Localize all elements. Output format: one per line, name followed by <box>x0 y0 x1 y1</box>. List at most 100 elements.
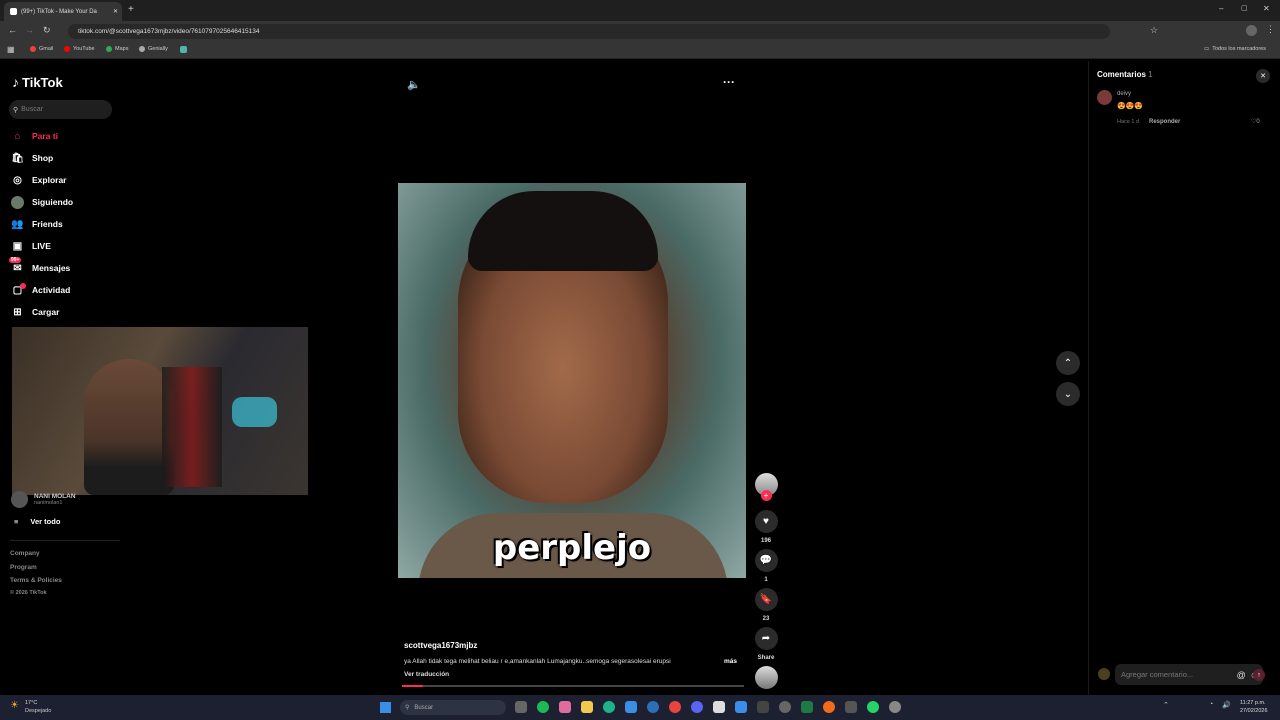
back-icon[interactable]: ← <box>8 25 17 35</box>
clock-time[interactable]: 11:27 p.m. <box>1240 700 1266 706</box>
speaker-icon[interactable]: 🔊 <box>1222 701 1231 709</box>
translate-button[interactable]: Ver traducción <box>404 671 449 678</box>
file-explorer-icon[interactable] <box>581 701 593 713</box>
video-author[interactable]: scottvega1673mjbz <box>404 641 477 650</box>
wifi-icon[interactable]: ◔ <box>1209 701 1213 708</box>
browser-tab[interactable]: (99+) TikTok - Make Your Da ✕ <box>4 2 122 21</box>
comment-like-count: 0 <box>1256 119 1260 125</box>
reply-button[interactable]: Responder <box>1149 119 1180 125</box>
more-button[interactable]: más <box>724 658 737 665</box>
like-action[interactable]: ♥ 196 <box>754 510 778 544</box>
chrome-icon[interactable] <box>669 701 681 713</box>
app-icon[interactable] <box>757 701 769 713</box>
nav-label: Friends <box>32 219 63 229</box>
sidebar-item-explorar[interactable]: ◎ Explorar <box>11 173 66 187</box>
tiktok-note-icon: ♪ <box>12 74 19 90</box>
spotify-icon[interactable] <box>537 701 549 713</box>
clock-date[interactable]: 27/02/2026 <box>1240 708 1268 714</box>
footer-program[interactable]: Program <box>10 564 37 571</box>
footer-copyright: © 2026 TikTok <box>10 590 47 596</box>
music-disc-action[interactable] <box>754 666 778 689</box>
edge-icon[interactable] <box>603 701 615 713</box>
sidebar-item-cargar[interactable]: ⊞ Cargar <box>11 305 59 319</box>
bookmark-extra-icon[interactable] <box>180 46 187 53</box>
sidebar-item-actividad[interactable]: ▢ Actividad <box>11 282 70 297</box>
comment-action[interactable]: 💬 1 <box>754 549 778 583</box>
author-avatar-action[interactable]: + <box>754 473 778 501</box>
sidebar-item-mensajes[interactable]: ✉ 99+ Mensajes <box>9 256 70 275</box>
document-icon[interactable] <box>713 701 725 713</box>
task-view-icon[interactable] <box>515 701 527 713</box>
bookmark-label: Gmail <box>39 46 54 52</box>
followed-account[interactable]: NANI MOLAN nanimolan1 <box>11 491 76 508</box>
shop-bag-icon: 🛍 <box>11 152 24 164</box>
follow-plus-icon[interactable]: + <box>760 490 772 501</box>
commenter-name[interactable]: deivy <box>1117 91 1131 97</box>
comment-input-placeholder: Agregar comentario... <box>1121 670 1194 679</box>
forward-icon[interactable]: → <box>25 25 34 35</box>
whatsapp-icon[interactable] <box>867 701 879 713</box>
share-action[interactable]: ➦ Share <box>754 627 778 661</box>
mention-icon[interactable]: @ <box>1237 670 1246 680</box>
sidebar-item-live[interactable]: ▣ LIVE <box>11 239 51 253</box>
bookmark-genially[interactable]: Genially <box>139 46 168 52</box>
video-player[interactable]: perplejo <box>398 183 746 578</box>
send-comment-button[interactable]: ↑ <box>1253 669 1265 681</box>
more-options-icon[interactable]: ··· <box>723 75 735 89</box>
bookmark-youtube[interactable]: YouTube <box>64 46 95 52</box>
search-input[interactable]: ⚲ Buscar <box>9 100 112 119</box>
save-action[interactable]: 🔖 23 <box>754 588 778 622</box>
webcam-chair <box>162 367 222 487</box>
volume-icon[interactable]: 🔈 <box>407 78 421 91</box>
new-tab-button[interactable]: + <box>128 4 134 15</box>
excel-icon[interactable] <box>801 701 813 713</box>
sidebar-item-siguiendo[interactable]: Siguiendo <box>11 195 73 209</box>
comment-like[interactable]: ♡0 <box>1251 118 1260 125</box>
sidebar-item-shop[interactable]: 🛍 Shop <box>11 151 53 165</box>
previous-video-button[interactable]: ⌃ <box>1056 351 1080 375</box>
apps-icon[interactable]: ▦ <box>7 45 15 54</box>
all-bookmarks[interactable]: ▭ Todos los marcadores <box>1204 46 1266 52</box>
comments-header: Comentarios 1 <box>1097 70 1153 79</box>
app-icon[interactable] <box>845 701 857 713</box>
footer-company[interactable]: Company <box>10 550 40 557</box>
sidebar-item-friends[interactable]: 👥 Friends <box>11 217 63 231</box>
heart-icon: ♥ <box>754 510 778 533</box>
tiktok-logo[interactable]: ♪ TikTok <box>12 74 63 90</box>
tab-close-icon[interactable]: ✕ <box>113 8 118 15</box>
store-icon[interactable] <box>625 701 637 713</box>
next-video-button[interactable]: ⌄ <box>1056 382 1080 406</box>
close-window-button[interactable]: ✕ <box>1263 4 1270 13</box>
comment-count: 1 <box>764 577 768 583</box>
video-progress-bar[interactable] <box>402 685 744 687</box>
compass-icon: ◎ <box>13 174 22 186</box>
browser-tab-bar: (99+) TikTok - Make Your Da ✕ + – ▢ ✕ <box>0 0 1280 21</box>
profile-avatar[interactable] <box>1246 25 1257 36</box>
taskbar-search[interactable]: ⚲ Buscar <box>400 700 506 715</box>
see-all-button[interactable]: ≡ Ver todo <box>14 517 60 526</box>
discord-icon[interactable] <box>691 701 703 713</box>
footer-terms[interactable]: Terms & Policies <box>10 577 62 584</box>
commenter-avatar[interactable] <box>1097 90 1112 105</box>
star-icon[interactable]: ☆ <box>1150 25 1158 36</box>
app-icon[interactable] <box>647 701 659 713</box>
app-icon[interactable] <box>779 701 791 713</box>
menu-icon[interactable]: ⋮ <box>1266 24 1275 35</box>
url-field[interactable]: tiktok.com/@scottvega1673mjbz/video/7610… <box>68 24 1110 39</box>
bookmark-maps[interactable]: Maps <box>106 46 128 52</box>
sidebar-item-para-ti[interactable]: ⌂ Para ti <box>11 129 58 143</box>
windows-start-icon[interactable] <box>380 702 391 713</box>
close-comments-button[interactable]: ✕ <box>1256 69 1270 83</box>
bookmark-gmail[interactable]: Gmail <box>30 46 53 52</box>
app-icon[interactable] <box>559 701 571 713</box>
tray-chevron-icon[interactable]: ⌃ <box>1163 701 1169 709</box>
video-hair <box>468 191 658 271</box>
app-icon[interactable] <box>735 701 747 713</box>
settings-gear-icon[interactable] <box>889 701 901 713</box>
reload-icon[interactable]: ↻ <box>43 25 51 36</box>
app-icon[interactable] <box>823 701 835 713</box>
maximize-button[interactable]: ▢ <box>1241 4 1248 12</box>
weather-icon[interactable]: ☀ <box>10 700 19 711</box>
minimize-button[interactable]: – <box>1219 4 1223 13</box>
comment-input[interactable]: Agregar comentario... @ ☺ <box>1115 664 1263 685</box>
